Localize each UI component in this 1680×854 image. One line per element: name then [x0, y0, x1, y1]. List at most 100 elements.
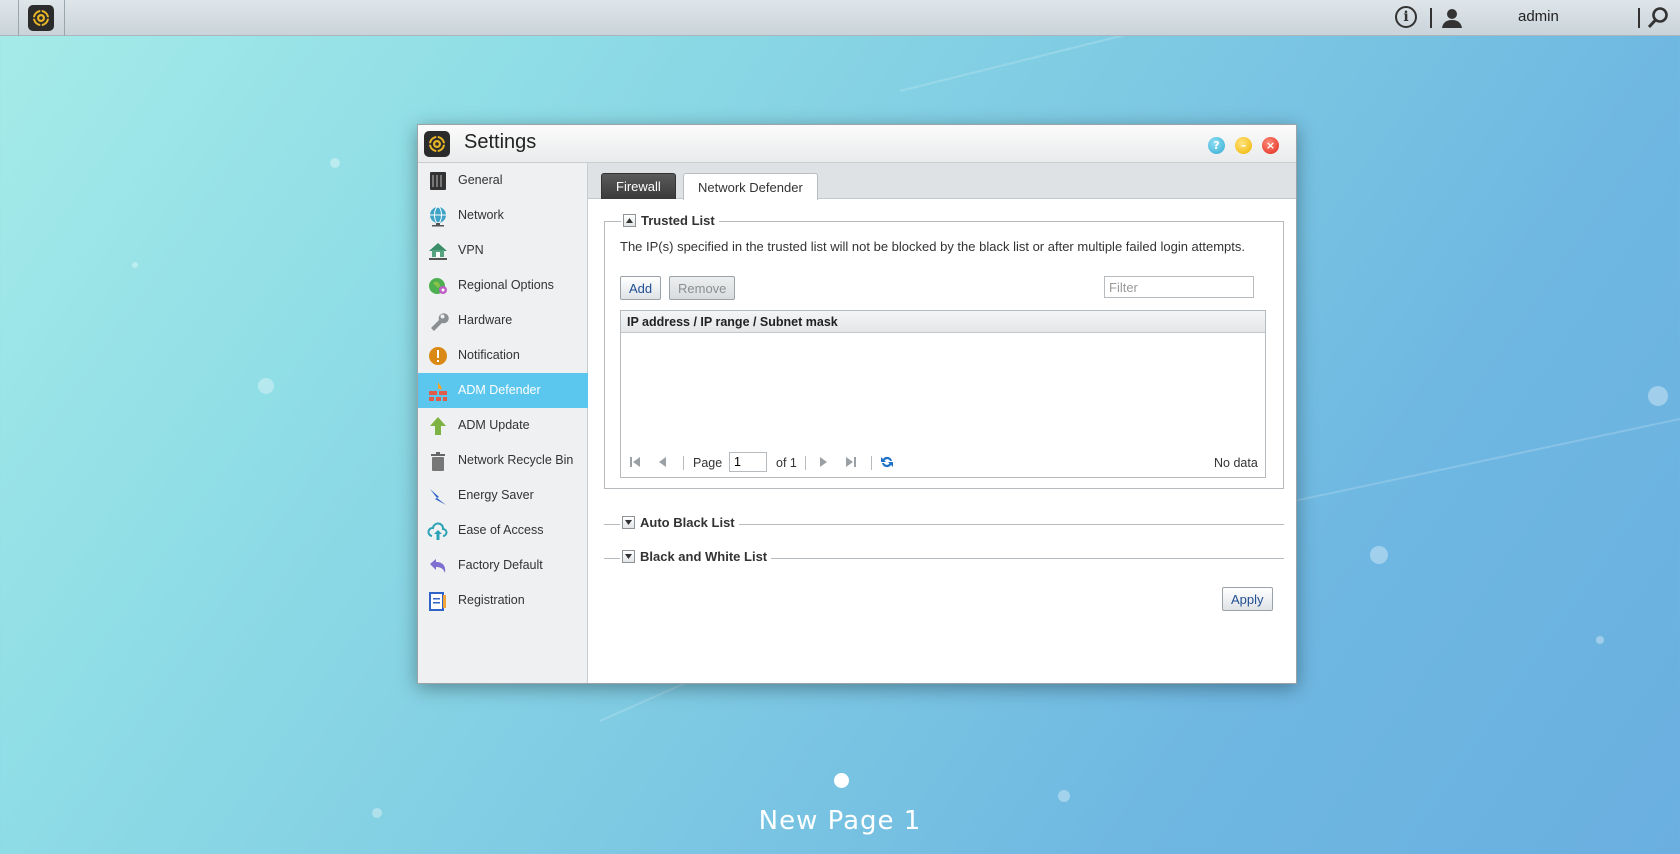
wrench-icon — [431, 313, 449, 331]
background-bokeh — [1648, 386, 1668, 406]
sidebar-item-label: ADM Defender — [458, 383, 541, 397]
sidebar-item-label: Hardware — [458, 313, 513, 327]
globe-network-icon — [430, 206, 446, 227]
background-bokeh — [330, 158, 340, 168]
background-bokeh — [1596, 636, 1604, 644]
column-header-ip[interactable]: IP address / IP range / Subnet mask — [621, 311, 1265, 333]
sidebar-item-network[interactable]: Network — [418, 198, 588, 233]
sidebar-item-network-recycle-bin[interactable]: Network Recycle Bin — [418, 443, 588, 478]
background-bokeh — [132, 262, 138, 268]
pager-divider — [871, 456, 872, 470]
collapse-toggle-icon[interactable] — [623, 214, 636, 227]
pager-divider — [805, 456, 806, 470]
sidebar-item-vpn[interactable]: VPN — [418, 233, 588, 268]
sidebar-item-notification[interactable]: Notification — [418, 338, 588, 373]
trusted-list-grid: IP address / IP range / Subnet mask Page… — [620, 310, 1266, 478]
black-white-list-title: Black and White List — [640, 549, 768, 564]
sidebar-item-hardware[interactable]: Hardware — [418, 303, 588, 338]
auto-black-list-title: Auto Black List — [640, 515, 735, 530]
tab-firewall[interactable]: Firewall — [601, 173, 676, 199]
sidebar-item-label: Network — [458, 208, 504, 222]
window-titlebar[interactable]: Settings ? – × — [418, 125, 1296, 163]
prev-page-icon[interactable] — [655, 454, 671, 470]
update-arrow-icon — [430, 417, 446, 435]
undo-icon — [430, 559, 446, 573]
grid-pager: Page of 1 No data — [621, 451, 1265, 475]
info-icon[interactable]: i — [1395, 6, 1417, 28]
taskbar-divider — [1430, 8, 1432, 28]
settings-window: Settings ? – × General Network VPN Regio… — [417, 124, 1297, 684]
tab-network-defender[interactable]: Network Defender — [683, 173, 818, 200]
black-white-list-header[interactable]: Black and White List — [620, 549, 772, 564]
sidebar-item-label: Ease of Access — [458, 523, 544, 537]
add-button[interactable]: Add — [620, 276, 662, 300]
trusted-list-section: Trusted List The IP(s) specified in the … — [604, 213, 1284, 489]
background-bokeh — [258, 378, 274, 394]
expand-toggle-icon[interactable] — [622, 550, 635, 563]
grid-status: No data — [1214, 456, 1258, 470]
alert-icon — [429, 347, 447, 365]
sidebar-item-label: Network Recycle Bin — [458, 453, 574, 467]
energy-icon — [430, 489, 446, 505]
next-page-icon[interactable] — [815, 454, 831, 470]
close-icon[interactable]: × — [1262, 137, 1279, 154]
sidebar-item-energy-saver[interactable]: Energy Saver — [418, 478, 588, 513]
registration-icon — [429, 592, 446, 611]
auto-black-list-header[interactable]: Auto Black List — [620, 515, 739, 530]
user-icon[interactable] — [1440, 6, 1464, 30]
page-indicator-dot[interactable] — [834, 773, 849, 788]
sidebar-item-label: Registration — [458, 593, 525, 607]
desktop-page-title: New Page 1 — [758, 806, 922, 836]
trusted-list-legend: Trusted List — [621, 213, 719, 228]
sidebar-item-ease-of-access[interactable]: Ease of Access — [418, 513, 588, 548]
filter-input[interactable] — [1104, 276, 1254, 298]
sidebar-item-label: VPN — [458, 243, 484, 257]
sidebar-item-label: Regional Options — [458, 278, 554, 292]
sidebar-item-registration[interactable]: Registration — [418, 583, 588, 618]
minimize-icon[interactable]: – — [1235, 137, 1252, 154]
sidebar-item-adm-update[interactable]: ADM Update — [418, 408, 588, 443]
apply-button[interactable]: Apply — [1222, 587, 1273, 611]
window-title: Settings — [464, 131, 537, 153]
pager-divider — [683, 456, 684, 470]
trusted-list-description: The IP(s) specified in the trusted list … — [620, 239, 1246, 254]
page-count-label: of 1 — [776, 456, 797, 470]
expand-toggle-icon[interactable] — [622, 516, 635, 529]
page-label: Page — [693, 456, 723, 470]
background-bokeh — [1058, 790, 1070, 802]
tab-strip: Firewall Network Defender — [588, 163, 1296, 200]
taskbar: i admin — [0, 0, 1680, 36]
first-page-icon[interactable] — [627, 454, 643, 470]
trusted-list-title: Trusted List — [641, 213, 715, 228]
settings-app-icon — [424, 131, 450, 157]
sidebar-item-factory-default[interactable]: Factory Default — [418, 548, 588, 583]
settings-content: Firewall Network Defender Trusted List T… — [588, 163, 1296, 683]
sidebar-item-label: Factory Default — [458, 558, 543, 572]
remove-button[interactable]: Remove — [669, 276, 736, 300]
sidebar-item-adm-defender[interactable]: ADM Defender — [418, 373, 588, 408]
refresh-icon[interactable] — [879, 454, 895, 470]
page-number-input[interactable] — [729, 452, 767, 472]
taskbar-divider — [1638, 8, 1640, 28]
settings-sidebar: General Network VPN Regional Options Har… — [418, 163, 588, 683]
help-icon[interactable]: ? — [1208, 137, 1225, 154]
sidebar-item-label: Energy Saver — [458, 488, 534, 502]
taskbar-divider — [64, 0, 65, 36]
app-icon[interactable] — [28, 5, 54, 31]
sidebar-item-label: Notification — [458, 348, 520, 362]
last-page-icon[interactable] — [843, 454, 859, 470]
nas-icon — [430, 172, 446, 190]
background-bokeh — [1370, 546, 1388, 564]
sidebar-item-regional-options[interactable]: Regional Options — [418, 268, 588, 303]
firewall-icon — [429, 382, 447, 401]
cloud-upload-icon — [427, 522, 448, 540]
globe-pin-icon — [429, 278, 447, 294]
sidebar-item-general[interactable]: General — [418, 163, 588, 198]
user-name[interactable]: admin — [1518, 8, 1559, 25]
sidebar-item-label: General — [458, 173, 503, 187]
vpn-house-icon — [429, 243, 447, 260]
sidebar-item-label: ADM Update — [458, 418, 530, 432]
trash-icon — [431, 452, 445, 471]
taskbar-divider — [18, 0, 19, 36]
search-icon[interactable] — [1646, 6, 1670, 30]
